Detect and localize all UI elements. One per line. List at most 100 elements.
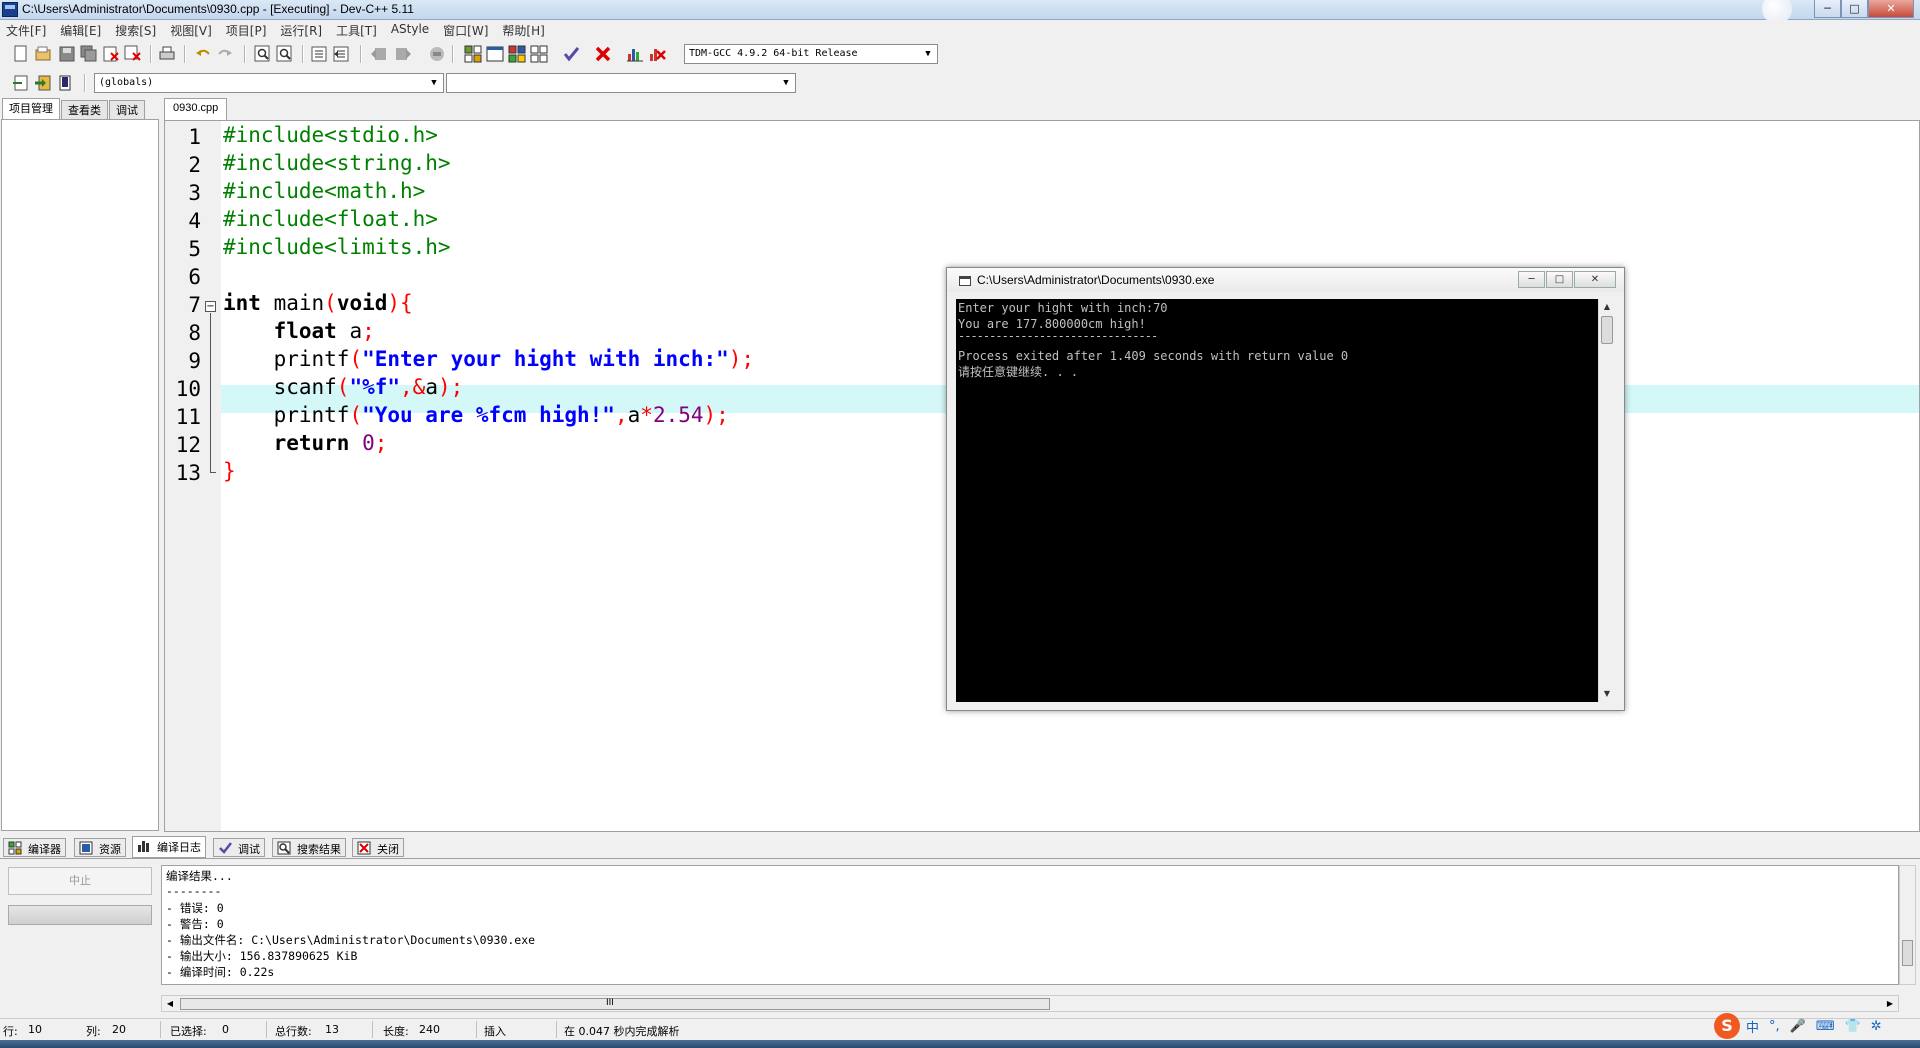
- compiler-select[interactable]: TDM-GCC 4.9.2 64-bit Release ▼: [684, 44, 938, 64]
- symbol: );: [703, 403, 729, 427]
- scroll-right-icon[interactable]: ▶: [1882, 996, 1898, 1011]
- sogou-logo-icon[interactable]: S: [1714, 1013, 1740, 1039]
- tab-debug[interactable]: 调试: [109, 100, 145, 119]
- line-number-gutter: 1 2 3 4 5 6 7 8 9 10 11 12 13 −: [165, 121, 221, 831]
- go-forward-icon[interactable]: [394, 45, 412, 63]
- scope-select[interactable]: (globals) ▼: [94, 73, 444, 93]
- string-literal: "You are %fcm high!": [362, 403, 615, 427]
- check-icon: [218, 841, 233, 855]
- indent-icon[interactable]: [310, 45, 328, 63]
- undo-icon[interactable]: [194, 45, 212, 63]
- menu-view[interactable]: 视图[V]: [170, 20, 220, 39]
- console-minimize-button[interactable]: ─: [1518, 271, 1545, 288]
- bookmark-list-icon[interactable]: [56, 74, 74, 92]
- stop-execution-icon[interactable]: [594, 45, 612, 63]
- goto-icon[interactable]: [34, 74, 52, 92]
- menu-file[interactable]: 文件[F]: [6, 20, 54, 39]
- status-separator: [372, 1021, 373, 1038]
- symbol: );: [437, 375, 464, 399]
- tab-project-manager[interactable]: 项目管理: [2, 98, 60, 119]
- project-tree[interactable]: [1, 119, 159, 831]
- menu-astyle[interactable]: AStyle: [391, 20, 437, 39]
- redo-icon[interactable]: [216, 45, 234, 63]
- tab-0930-cpp[interactable]: 0930.cpp: [164, 98, 228, 120]
- console-line: 请按任意键继续. . .: [958, 365, 1079, 379]
- scroll-left-icon[interactable]: ◀: [162, 996, 178, 1011]
- tab-class-browser[interactable]: 查看类: [61, 100, 108, 119]
- menu-search[interactable]: 搜索[S]: [115, 20, 164, 39]
- run-icon[interactable]: [530, 45, 548, 63]
- scroll-thumb[interactable]: [1902, 940, 1913, 966]
- menu-project[interactable]: 项目[P]: [226, 20, 275, 39]
- output-tabs: 编译器 资源 编译日志 调试 搜索结果 关闭: [0, 836, 1920, 858]
- unindent-icon[interactable]: [332, 45, 350, 63]
- member-select[interactable]: ▼: [446, 73, 796, 93]
- close-button[interactable]: ✕: [1868, 0, 1914, 18]
- syntax-check-icon[interactable]: [562, 45, 580, 63]
- compile-icon[interactable]: [508, 45, 526, 63]
- scroll-thumb[interactable]: III: [180, 998, 1050, 1010]
- print-icon[interactable]: [158, 45, 176, 63]
- menu-run[interactable]: 运行[R]: [280, 20, 330, 39]
- insert-icon[interactable]: [12, 74, 30, 92]
- tab-debug-output[interactable]: 调试: [213, 838, 265, 857]
- tab-search-results[interactable]: 搜索结果: [272, 838, 346, 857]
- project-options-icon[interactable]: [486, 45, 504, 63]
- ime-punctuation[interactable]: °,: [1769, 1019, 1780, 1034]
- tab-close-panel[interactable]: 关闭: [352, 838, 404, 857]
- microphone-icon[interactable]: 🎤: [1790, 1019, 1806, 1034]
- tab-compiler[interactable]: 编译器: [3, 838, 66, 857]
- skin-icon[interactable]: 👕: [1845, 1019, 1861, 1034]
- fold-toggle[interactable]: −: [205, 301, 216, 312]
- compile-log-output[interactable]: 编译结果... -------- - 错误: 0 - 警告: 0 - 输出文件名…: [161, 865, 1899, 985]
- symbol: ;: [362, 319, 375, 343]
- ime-tools-icon[interactable]: ✲: [1871, 1019, 1882, 1034]
- profile-icon[interactable]: [626, 45, 644, 63]
- devcpp-app-icon[interactable]: [2, 2, 18, 17]
- symbol: *: [640, 403, 653, 427]
- close-all-icon[interactable]: [124, 45, 142, 63]
- menu-edit[interactable]: 编辑[E]: [60, 20, 109, 39]
- restore-button[interactable]: □: [1841, 0, 1868, 18]
- keyword: float: [223, 319, 337, 343]
- toggle-bookmark-icon[interactable]: [428, 45, 446, 63]
- replace-icon[interactable]: [276, 45, 294, 63]
- console-title-bar[interactable]: C:\Users\Administrator\Documents\0930.ex…: [947, 268, 1624, 292]
- ime-language[interactable]: 中: [1746, 1017, 1759, 1036]
- console-maximize-button[interactable]: □: [1546, 271, 1573, 288]
- console-close-button[interactable]: ✕: [1574, 271, 1616, 288]
- open-file-icon[interactable]: [34, 45, 52, 63]
- tab-compile-log[interactable]: 编译日志: [132, 836, 206, 858]
- save-icon[interactable]: [58, 45, 76, 63]
- delete-profile-icon[interactable]: [648, 45, 666, 63]
- keyboard-icon[interactable]: ⌨: [1816, 1019, 1835, 1034]
- console-window[interactable]: C:\Users\Administrator\Documents\0930.ex…: [946, 267, 1625, 711]
- menu-window[interactable]: 窗口[W]: [443, 20, 496, 39]
- menu-tools[interactable]: 工具[T]: [336, 20, 385, 39]
- compiler-select-value: TDM-GCC 4.9.2 64-bit Release: [689, 48, 858, 59]
- scroll-up-icon[interactable]: ▲: [1599, 299, 1615, 315]
- save-all-icon[interactable]: [80, 45, 98, 63]
- new-project-icon[interactable]: [464, 45, 482, 63]
- scroll-down-icon[interactable]: ▼: [1599, 686, 1615, 702]
- log-vertical-scrollbar[interactable]: [1899, 865, 1916, 985]
- length-label: 长度:: [383, 1025, 409, 1038]
- identifier: a: [336, 319, 363, 343]
- code-line-5: #include<limits.h>: [223, 233, 451, 261]
- console-scrollbar[interactable]: ▲ ▼: [1598, 299, 1615, 702]
- console-output[interactable]: Enter your hight with inch:70 You are 17…: [956, 299, 1599, 702]
- identifier: printf: [223, 403, 350, 427]
- close-file-icon[interactable]: [102, 45, 120, 63]
- status-separator: [266, 1021, 267, 1038]
- find-icon[interactable]: [254, 45, 272, 63]
- log-horizontal-scrollbar[interactable]: ◀ III ▶: [161, 995, 1899, 1012]
- new-file-icon[interactable]: [12, 45, 30, 63]
- abort-button[interactable]: 中止: [8, 867, 152, 895]
- taskbar[interactable]: [0, 1040, 1920, 1048]
- minimize-button[interactable]: ─: [1814, 0, 1841, 18]
- symbol: ,: [614, 403, 628, 427]
- menu-help[interactable]: 帮助[H]: [502, 20, 552, 39]
- tab-resources[interactable]: 资源: [74, 838, 126, 857]
- go-back-icon[interactable]: [370, 45, 388, 63]
- scroll-thumb[interactable]: [1601, 316, 1613, 344]
